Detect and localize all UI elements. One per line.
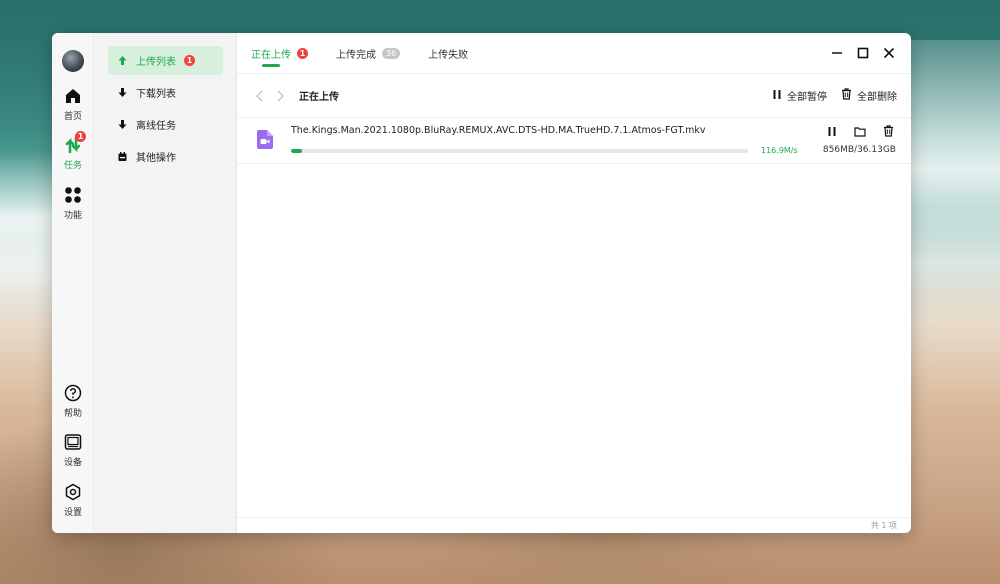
file-size-progress: 856MB/36.13GB bbox=[822, 145, 896, 155]
rail-item-features[interactable]: 功能 bbox=[52, 185, 94, 221]
rail-item-label: 设备 bbox=[63, 458, 82, 468]
trash-icon bbox=[841, 88, 852, 103]
sidebar-item-label: 下载列表 bbox=[136, 89, 176, 100]
tab-label: 上传失败 bbox=[428, 49, 469, 61]
home-icon bbox=[63, 86, 83, 106]
sidebar-item-upload-list[interactable]: 上传列表 1 bbox=[108, 46, 223, 75]
tab-label: 正在上传 bbox=[251, 49, 291, 61]
upload-icon bbox=[116, 55, 128, 67]
sidebar-item-other-ops[interactable]: 其他操作 bbox=[108, 142, 223, 171]
folder-icon[interactable] bbox=[853, 124, 867, 138]
rail-item-label: 设置 bbox=[63, 508, 82, 518]
window-controls bbox=[829, 45, 897, 61]
trash-icon[interactable] bbox=[881, 124, 895, 138]
maximize-icon[interactable] bbox=[855, 45, 871, 61]
sidebar-item-offline-tasks[interactable]: 离线任务 bbox=[108, 110, 223, 139]
tab-bar: 正在上传 1 上传完成 36 上传失败 bbox=[237, 33, 911, 74]
sidebar-item-label: 上传列表 bbox=[136, 57, 176, 68]
rail-item-label: 首页 bbox=[63, 112, 82, 122]
task-sidebar: 上传列表 1 下载列表 离线任务 其他操作 bbox=[94, 33, 237, 533]
desktop-wallpaper-foam bbox=[0, 150, 60, 320]
device-icon bbox=[63, 432, 83, 452]
tab-uploading[interactable]: 正在上传 1 bbox=[251, 33, 308, 74]
rail-item-label: 帮助 bbox=[63, 409, 82, 419]
upload-count-badge: 1 bbox=[184, 55, 195, 66]
delete-all-label: 全部删除 bbox=[857, 92, 897, 103]
download-icon bbox=[116, 87, 128, 99]
forward-icon[interactable] bbox=[273, 89, 287, 103]
sidebar-item-label: 其他操作 bbox=[136, 153, 176, 164]
upload-progress-fill bbox=[291, 149, 302, 153]
sidebar-item-download-list[interactable]: 下载列表 bbox=[108, 78, 223, 107]
tab-badge: 36 bbox=[382, 47, 401, 59]
avatar[interactable] bbox=[62, 50, 84, 72]
sidebar-item-label: 离线任务 bbox=[136, 121, 176, 132]
rail-item-home[interactable]: 首页 bbox=[52, 86, 94, 122]
file-name: The.Kings.Man.2021.1080p.BluRay.REMUX.AV… bbox=[291, 125, 706, 136]
other-icon bbox=[116, 151, 128, 163]
grid-icon bbox=[63, 185, 83, 205]
breadcrumb: 正在上传 bbox=[299, 92, 339, 103]
close-icon[interactable] bbox=[881, 45, 897, 61]
tab-label: 上传完成 bbox=[336, 49, 376, 61]
task-badge: 1 bbox=[75, 131, 86, 142]
rail-item-device[interactable]: 设备 bbox=[52, 432, 94, 468]
content-toolbar: 正在上传 全部暂停 全部删除 bbox=[237, 74, 911, 118]
back-icon[interactable] bbox=[253, 89, 267, 103]
tab-upload-complete[interactable]: 上传完成 36 bbox=[336, 33, 401, 74]
minimize-icon[interactable] bbox=[829, 45, 845, 61]
rail-item-label: 任务 bbox=[63, 161, 82, 171]
main-panel: 正在上传 1 上传完成 36 上传失败 正在上传 全部暂停 全部删除 The.K… bbox=[237, 33, 911, 533]
item-count: 共 1 项 bbox=[870, 521, 897, 530]
upload-row[interactable]: The.Kings.Man.2021.1080p.BluRay.REMUX.AV… bbox=[237, 118, 911, 164]
video-file-icon bbox=[257, 130, 273, 149]
rail-item-tasks[interactable]: 1 任务 bbox=[52, 131, 94, 171]
app-window: 首页 1 任务 功能 帮助 设备 设置 上传列表 1 下载列表 离线任务 其他操… bbox=[52, 33, 911, 533]
rail-item-help[interactable]: 帮助 bbox=[52, 383, 94, 419]
upload-progress-bar bbox=[291, 149, 748, 153]
row-actions bbox=[825, 124, 895, 138]
icon-rail: 首页 1 任务 功能 帮助 设备 设置 bbox=[52, 33, 94, 533]
rail-item-settings[interactable]: 设置 bbox=[52, 482, 94, 518]
rail-item-label: 功能 bbox=[63, 211, 82, 221]
offline-icon bbox=[116, 119, 128, 131]
settings-icon bbox=[63, 482, 83, 502]
pause-all-label: 全部暂停 bbox=[787, 92, 827, 103]
help-icon bbox=[63, 383, 83, 403]
upload-speed: 116.9M/s bbox=[761, 146, 798, 155]
pause-icon bbox=[772, 89, 782, 103]
desktop-wallpaper-foam bbox=[905, 40, 1000, 300]
tab-badge: 1 bbox=[297, 47, 308, 59]
pause-icon[interactable] bbox=[825, 124, 839, 138]
delete-all-button[interactable]: 全部删除 bbox=[841, 88, 897, 103]
bulk-actions: 全部暂停 全部删除 bbox=[772, 88, 897, 103]
status-footer: 共 1 项 bbox=[237, 517, 911, 533]
pause-all-button[interactable]: 全部暂停 bbox=[772, 88, 827, 103]
tab-upload-failed[interactable]: 上传失败 bbox=[428, 33, 468, 74]
transfer-icon: 1 bbox=[63, 131, 86, 155]
